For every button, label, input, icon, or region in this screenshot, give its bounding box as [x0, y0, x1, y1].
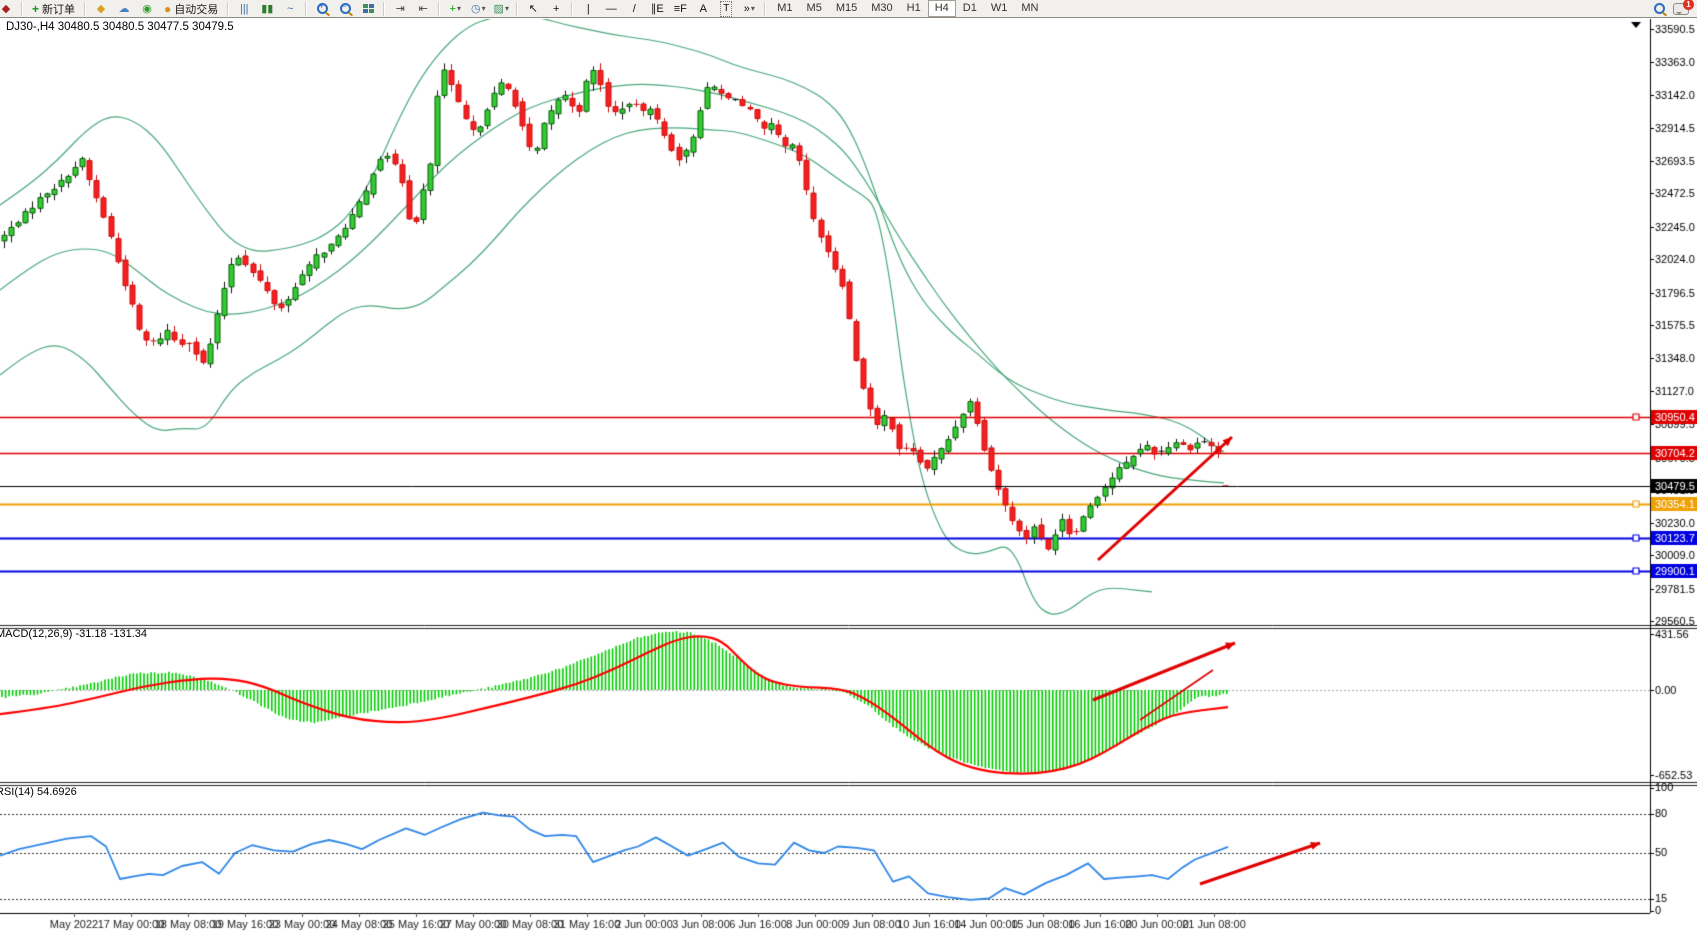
indicators-button[interactable]: +▾: [444, 1, 466, 16]
horizontal-line-icon[interactable]: —: [600, 1, 622, 16]
equidistant-channel-icon[interactable]: ∥E: [646, 1, 668, 16]
crosshair-icon[interactable]: +: [545, 1, 567, 16]
chat-icon[interactable]: 1: [1671, 1, 1697, 16]
timeframe-button-w1[interactable]: W1: [984, 0, 1015, 17]
notification-badge: 1: [1683, 0, 1694, 10]
timeframe-group: M1M5M15M30H1H4D1W1MN: [770, 0, 1045, 17]
toolbar-separator: [438, 2, 440, 16]
timeframe-button-m1[interactable]: M1: [770, 0, 799, 17]
vertical-line-icon[interactable]: |: [577, 1, 599, 16]
templates-button[interactable]: ▨▾: [490, 1, 512, 16]
new-order-button-label: 新订单: [42, 1, 75, 17]
toolbar-separator: [227, 2, 229, 16]
timeframe-button-m30[interactable]: M30: [864, 0, 899, 17]
zoom-in-icon[interactable]: +: [311, 1, 333, 16]
text-icon[interactable]: A: [692, 1, 714, 16]
auto-scroll-icon[interactable]: ⇥: [389, 1, 411, 16]
macd-indicator-label: MACD(12,26,9) -31.18 -131.34: [0, 628, 147, 640]
mt4-trading-window: ◆+新订单◆☁◉●自动交易|||▮▮~+−⇥⇤+▾◷▾▨▾↖+|—/∥E≡FAT…: [0, 0, 1697, 935]
toolbar-separator: [84, 2, 86, 16]
chart-title-ohlc: DJ30-,H4 30480.5 30480.5 30477.5 30479.5: [6, 21, 234, 33]
text-label-icon[interactable]: T: [715, 1, 737, 16]
new-order-button-icon: +: [32, 2, 39, 16]
market-watch-icon[interactable]: ◆: [90, 1, 112, 16]
main-toolbar: ◆+新订单◆☁◉●自动交易|||▮▮~+−⇥⇤+▾◷▾▨▾↖+|—/∥E≡FAT…: [0, 0, 1697, 18]
autotrading-button-icon: ●: [164, 2, 171, 16]
timeframe-button-h1[interactable]: H1: [900, 0, 928, 17]
trendline-icon[interactable]: /: [623, 1, 645, 16]
app-icon[interactable]: ◆: [0, 1, 17, 16]
toolbar-separator: [21, 2, 23, 16]
toolbar-separator: [571, 2, 573, 16]
timeframe-button-mn[interactable]: MN: [1014, 0, 1045, 17]
chart-shift-icon[interactable]: ⇤: [412, 1, 434, 16]
periods-button[interactable]: ◷▾: [467, 1, 489, 16]
candlestick-icon[interactable]: ▮▮: [256, 1, 278, 16]
autotrading-button-label: 自动交易: [174, 1, 218, 17]
cursor-icon[interactable]: ↖: [522, 1, 544, 16]
rsi-indicator-label: RSI(14) 54.6926: [0, 786, 77, 798]
autotrading-button[interactable]: ●自动交易: [159, 1, 223, 16]
fibonacci-icon[interactable]: ≡F: [669, 1, 691, 16]
toolbar-separator: [516, 2, 518, 16]
toolbar-separator: [305, 2, 307, 16]
new-order-button[interactable]: +新订单: [27, 1, 80, 16]
zoom-out-icon[interactable]: −: [334, 1, 356, 16]
toolbar-separator: [764, 2, 766, 16]
timeframe-button-d1[interactable]: D1: [956, 0, 984, 17]
signals-icon[interactable]: ◉: [136, 1, 158, 16]
arrows-icon[interactable]: »▾: [738, 1, 760, 16]
timeframe-button-h4[interactable]: H4: [928, 0, 956, 17]
line-chart-icon[interactable]: ~: [279, 1, 301, 16]
toolbar-separator: [383, 2, 385, 16]
ohlc-bars-icon[interactable]: |||: [233, 1, 255, 16]
tile-windows-icon[interactable]: [357, 1, 379, 16]
chart-canvas[interactable]: [0, 0, 1697, 935]
search-icon[interactable]: [1648, 1, 1670, 16]
timeframe-button-m5[interactable]: M5: [800, 0, 829, 17]
timeframe-button-m15[interactable]: M15: [829, 0, 864, 17]
navigator-icon[interactable]: ☁: [113, 1, 135, 16]
